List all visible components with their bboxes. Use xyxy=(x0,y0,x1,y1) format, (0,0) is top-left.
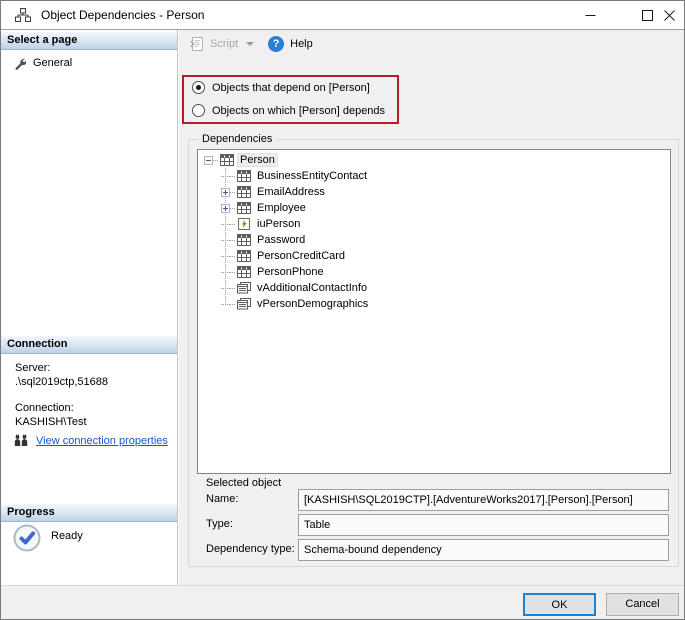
view-icon xyxy=(237,282,251,294)
radio-objects-that-depend[interactable]: Objects that depend on [Person] xyxy=(192,81,370,94)
trigger-icon xyxy=(237,218,251,230)
main-pane: Script ? Help Objects that depend on [Pe… xyxy=(179,30,684,585)
minimize-icon xyxy=(585,14,595,16)
type-label: Type: xyxy=(206,518,233,530)
table-icon xyxy=(237,266,251,278)
close-button[interactable] xyxy=(654,1,684,29)
name-label: Name: xyxy=(206,493,239,505)
tree-item-label: BusinessEntityContact xyxy=(257,170,368,182)
type-field[interactable]: Table xyxy=(298,514,669,536)
tree-item-label: Person xyxy=(237,153,278,167)
collapse-icon[interactable] xyxy=(204,155,213,165)
radio-objects-that-depend-label: Objects that depend on [Person] xyxy=(212,81,370,94)
table-icon xyxy=(237,250,251,262)
dependencies-tree[interactable]: Person BusinessEntityContact EmailAddres… xyxy=(197,149,671,474)
tree-item-label: Employee xyxy=(257,202,306,214)
progress-status: Ready xyxy=(51,530,83,542)
radio-selected-icon[interactable] xyxy=(192,81,205,94)
tree-item-label: Password xyxy=(257,234,306,246)
chevron-down-icon[interactable] xyxy=(246,42,255,46)
selected-object-label: Selected object xyxy=(206,477,282,489)
tree-item-password[interactable]: Password xyxy=(198,232,670,248)
dependency-type-field[interactable]: Schema-bound dependency xyxy=(298,539,669,561)
server-value: .\sql2019ctp,51688 xyxy=(15,376,108,388)
connection-properties-icon xyxy=(13,434,29,447)
script-icon xyxy=(189,36,205,52)
tree-item-label: PersonPhone xyxy=(257,266,324,278)
name-field[interactable]: [KASHISH\SQL2019CTP].[AdventureWorks2017… xyxy=(298,489,669,511)
dependencies-groupbox: Dependencies Person BusinessEntityContac… xyxy=(188,133,679,567)
wrench-icon xyxy=(13,57,26,70)
dependencies-group-label: Dependencies xyxy=(198,133,277,145)
object-dependencies-icon xyxy=(14,7,32,23)
ok-button[interactable]: OK xyxy=(523,593,596,616)
sidebar-item-general[interactable]: General xyxy=(1,55,177,71)
select-a-page-header: Select a page xyxy=(1,32,177,50)
close-icon xyxy=(663,9,675,21)
tree-item-businessentitycontact[interactable]: BusinessEntityContact xyxy=(198,168,670,184)
table-icon xyxy=(237,186,251,198)
expand-icon[interactable] xyxy=(221,203,230,213)
progress-header: Progress xyxy=(1,504,177,522)
window-title: Object Dependencies - Person xyxy=(41,8,205,22)
tree-item-label: EmailAddress xyxy=(257,186,325,198)
table-icon xyxy=(237,234,251,246)
tree-item-personphone[interactable]: PersonPhone xyxy=(198,264,670,280)
tree-item-vpersondemographics[interactable]: vPersonDemographics xyxy=(198,296,670,312)
minimize-button[interactable] xyxy=(575,1,605,29)
tree-item-iuperson[interactable]: iuPerson xyxy=(198,216,670,232)
tree-item-label: iuPerson xyxy=(257,218,301,230)
tree-item-employee[interactable]: Employee xyxy=(198,200,670,216)
connection-label: Connection: xyxy=(15,402,74,414)
help-button[interactable]: ? Help xyxy=(268,36,313,52)
radio-unselected-icon[interactable] xyxy=(192,104,205,117)
table-icon xyxy=(237,202,251,214)
object-dependencies-dialog: Object Dependencies - Person Select a pa… xyxy=(0,0,685,620)
help-icon: ? xyxy=(268,36,285,52)
tree-item-label: PersonCreditCard xyxy=(257,250,346,262)
script-button[interactable]: Script xyxy=(189,36,255,52)
title-bar[interactable]: Object Dependencies - Person xyxy=(1,1,684,30)
footer-bar: OK Cancel xyxy=(1,585,684,619)
dependency-type-label: Dependency type: xyxy=(206,543,295,555)
expand-icon[interactable] xyxy=(221,187,230,197)
radio-objects-on-which-depends[interactable]: Objects on which [Person] depends xyxy=(192,104,385,117)
ready-check-icon xyxy=(13,524,41,552)
page-selector-sidebar: Select a page General Connection Server:… xyxy=(1,30,178,585)
view-connection-properties-link[interactable]: View connection properties xyxy=(36,435,168,447)
connection-value: KASHISH\Test xyxy=(15,416,87,428)
toolbar: Script ? Help xyxy=(179,30,684,58)
sidebar-item-general-label: General xyxy=(33,57,73,69)
tree-item-label: vAdditionalContactInfo xyxy=(257,282,368,294)
server-label: Server: xyxy=(15,362,51,374)
maximize-icon xyxy=(641,9,653,21)
table-icon xyxy=(220,154,234,166)
table-icon xyxy=(237,170,251,182)
connection-header: Connection xyxy=(1,336,177,354)
view-icon xyxy=(237,298,251,310)
radio-objects-on-which-depends-label: Objects on which [Person] depends xyxy=(212,104,386,117)
tree-item-personcreditcard[interactable]: PersonCreditCard xyxy=(198,248,670,264)
tree-item-vadditionalcontactinfo[interactable]: vAdditionalContactInfo xyxy=(198,280,670,296)
script-label: Script xyxy=(210,38,239,50)
tree-item-label: vPersonDemographics xyxy=(257,298,369,310)
tree-item-emailaddress[interactable]: EmailAddress xyxy=(198,184,670,200)
tree-item-person[interactable]: Person xyxy=(198,152,670,168)
help-label: Help xyxy=(290,38,313,50)
cancel-button[interactable]: Cancel xyxy=(606,593,679,616)
